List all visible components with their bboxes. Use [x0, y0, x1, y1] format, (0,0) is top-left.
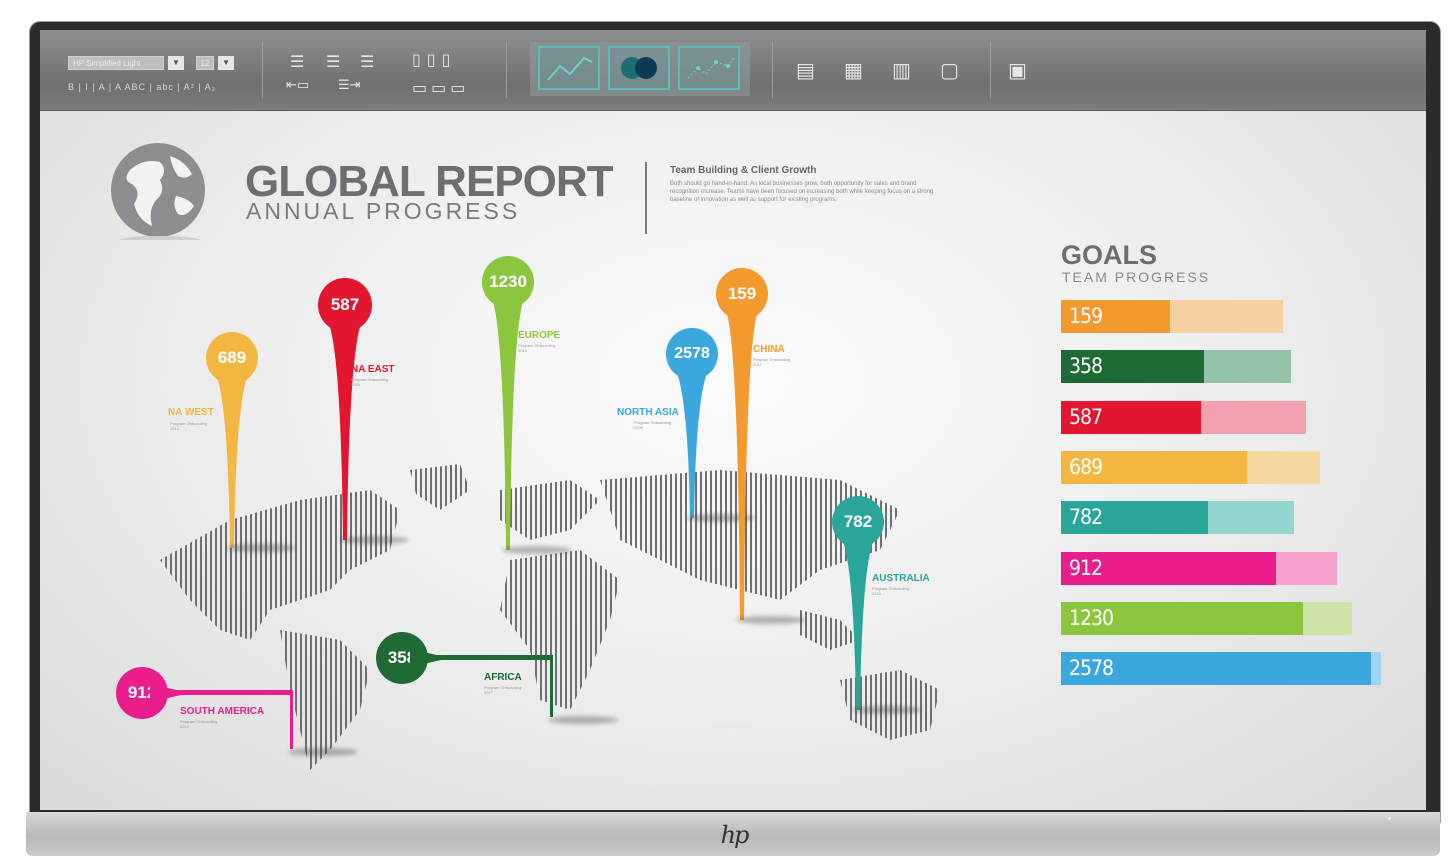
line-chart-icon [547, 56, 593, 81]
align-center-icon[interactable]: ☰ [326, 52, 340, 71]
pin-wedge-africa [409, 649, 450, 667]
region-label-na-east: NA EAST [351, 364, 395, 375]
blurb-heading: Team Building & Client Growth [670, 165, 817, 176]
goal-bar-row: 2578 [1061, 652, 1381, 686]
region-sublabel-na-east: Program Onboarding 2016 [351, 377, 389, 387]
bubble-chart-icon [621, 57, 657, 79]
ribbon-toolbar: HP Simplified Light ▼ 12 ▼ B | I | A | A… [40, 30, 1426, 111]
region-label-south-america: SOUTH AMERICA [180, 706, 265, 717]
screen: HP Simplified Light ▼ 12 ▼ B | I | A | A… [40, 30, 1426, 810]
pin-shadow [548, 716, 618, 724]
row-layout-icon[interactable]: ▭▭▭ [412, 78, 469, 97]
power-indicator [1388, 817, 1391, 820]
pin-shadow [736, 616, 806, 624]
goal-bar-row: 689 [1061, 450, 1381, 484]
goal-bar-row: 912 [1061, 551, 1381, 585]
size-dropdown-icon[interactable]: ▼ [218, 56, 234, 70]
pin-stem-na-east [327, 319, 363, 540]
goal-bar-label: 2578 [1069, 656, 1114, 681]
goal-bar-label: 689 [1069, 454, 1103, 479]
goal-bar-row: 1230 [1061, 601, 1381, 635]
region-sublabel-africa: Program Onboarding 2017 [484, 685, 522, 695]
hp-logo-icon: ℎ𝑝 [720, 821, 750, 849]
goals-title: GOALS [1061, 240, 1158, 270]
indent-increase-icon[interactable]: ☰⇥ [338, 78, 361, 93]
toolbar-divider [506, 42, 507, 98]
pin-stem-north-asia [675, 368, 709, 518]
toolbar-divider [262, 42, 263, 98]
pin-shadow [226, 544, 296, 552]
region-sublabel-south-america: Program Onboarding 2014 [180, 719, 218, 729]
pin-shadow [502, 546, 572, 554]
region-sublabel-china: Program Onboarding 2017 [753, 357, 791, 367]
line-chart-button[interactable] [538, 46, 600, 90]
pin-stem-na-west [215, 372, 249, 548]
toolbar-divider [990, 42, 991, 98]
region-sublabel-na-west: Program Onboarding 2014 [170, 421, 208, 431]
align-left-icon[interactable]: ☰ [290, 52, 304, 71]
goal-bar-label: 159 [1069, 304, 1103, 328]
document-icon[interactable]: ▤ [796, 58, 815, 82]
toolbar-divider [772, 42, 773, 98]
region-label-china: CHINA [753, 344, 785, 355]
globe-icon [111, 143, 205, 240]
goal-bar-row: 159 [1061, 300, 1381, 333]
align-right-icon[interactable]: ☰ [360, 52, 374, 71]
region-label-europe: EUROPE [518, 330, 561, 341]
region-sublabel-north-asia: Program Onboarding 2009 [634, 420, 672, 430]
scatter-chart-icon [687, 57, 735, 79]
text-format-row[interactable]: B | I | A | A ABC | abc | A² | A₂ [68, 82, 216, 92]
goal-bar-row: 358 [1061, 350, 1381, 384]
pin-shadow [852, 706, 922, 714]
font-name-field[interactable]: HP Simplified Light [68, 56, 164, 70]
region-label-africa: AFRICA [484, 672, 522, 683]
pin-shadow [288, 748, 358, 756]
region-label-north-asia: NORTH ASIA [617, 407, 679, 418]
header-divider [645, 162, 647, 234]
goal-bar-row: 587 [1061, 400, 1381, 434]
region-sublabel-europe: Program Onboarding 2013 [518, 343, 556, 353]
document-list-icon[interactable]: ▥ [892, 58, 911, 82]
goal-bar-row: 782 [1061, 501, 1381, 535]
goal-bar-label: 912 [1069, 555, 1103, 580]
indent-decrease-icon[interactable]: ⇤▭ [286, 78, 309, 93]
pin-drop-africa [550, 655, 553, 717]
goal-bar-label: 1230 [1069, 605, 1114, 630]
blurb-body: Both should go hand-in-hand. As local bu… [670, 181, 934, 203]
font-dropdown-icon[interactable]: ▼ [168, 56, 184, 70]
font-size-field[interactable]: 12 [196, 56, 214, 70]
image-icon[interactable]: ▣ [1008, 58, 1027, 82]
goal-bar-label: 358 [1069, 354, 1103, 379]
blank-page-icon[interactable]: ▢ [940, 58, 959, 82]
report-subtitle: ANNUAL PROGRESS [246, 198, 521, 224]
goals-subtitle: TEAM PROGRESS [1062, 269, 1211, 285]
region-label-na-west: NA WEST [168, 407, 214, 418]
goal-bar-label: 587 [1069, 404, 1103, 429]
bubble-chart-button[interactable] [608, 46, 670, 90]
pin-stem-europe [491, 296, 525, 550]
pin-drop-south-america [290, 690, 293, 749]
pin-stem-china [725, 308, 759, 620]
document-edit-icon[interactable]: ▦ [844, 58, 863, 82]
region-label-australia: AUSTRALIA [872, 573, 930, 584]
scatter-chart-button[interactable] [678, 46, 740, 90]
pin-stem-australia [841, 536, 875, 710]
column-layout-icon[interactable]: ▯▯▯ [412, 50, 456, 69]
pin-shadow [339, 536, 409, 544]
region-sublabel-australia: Program Onboarding 2015 [872, 586, 910, 596]
pin-wedge-south-america [149, 684, 190, 702]
goal-bar-label: 782 [1069, 505, 1103, 530]
